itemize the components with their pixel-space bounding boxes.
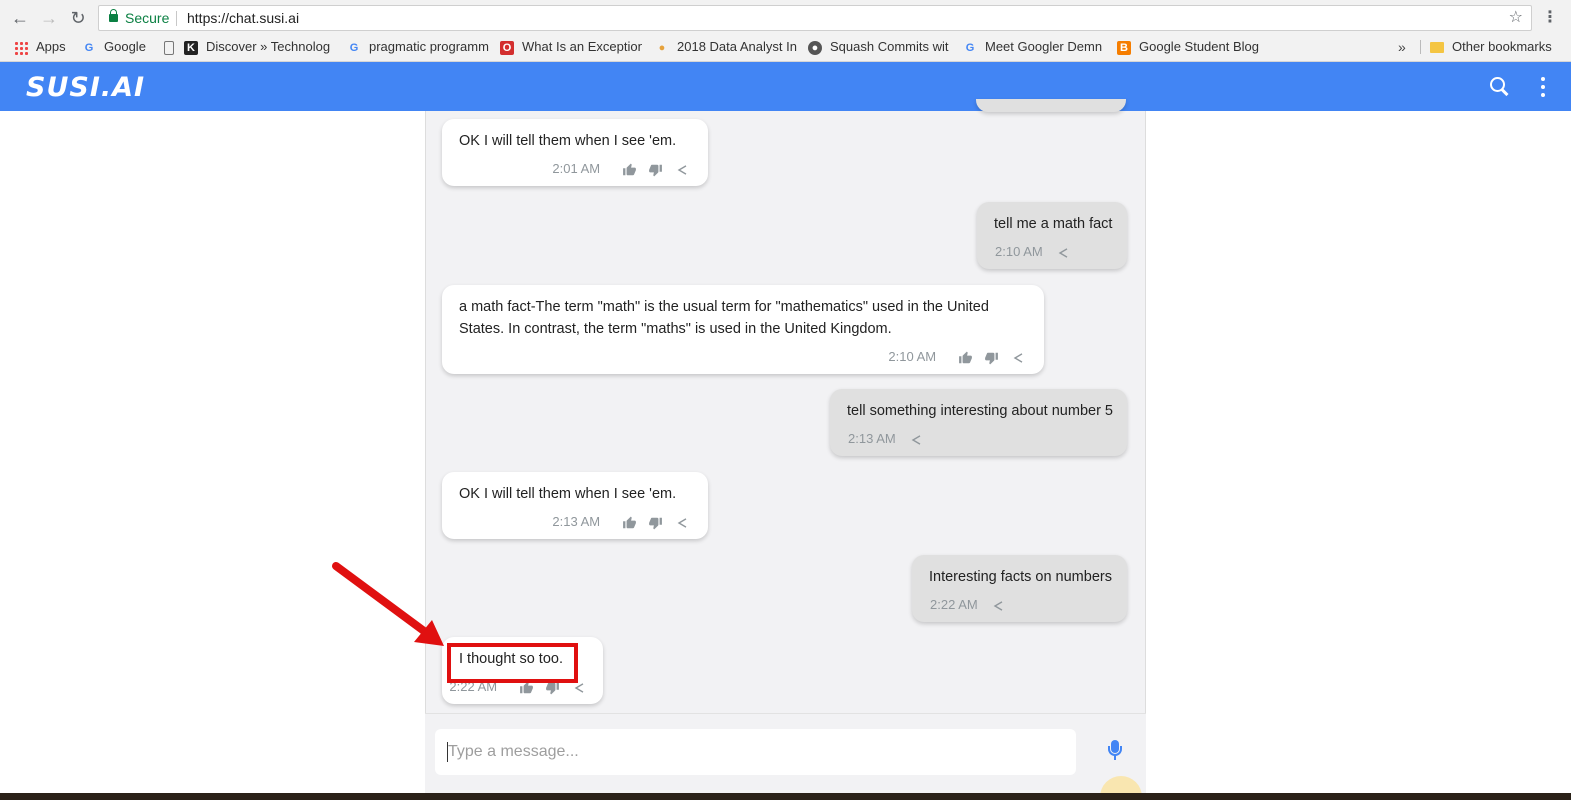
- bookmark-label: pragmatic programm: [369, 39, 489, 54]
- bookmark-label: Google Student Blog: [1139, 39, 1259, 54]
- user-message: tell something interesting about number …: [830, 389, 1127, 456]
- google-g-icon: G: [965, 41, 975, 54]
- thumbs-down-icon[interactable]: [648, 163, 663, 177]
- message-text: OK I will tell them when I see 'em.: [459, 486, 677, 502]
- bookmark-star-icon[interactable]: ☆: [1509, 6, 1523, 30]
- share-icon[interactable]: [675, 163, 690, 177]
- thumbs-up-icon[interactable]: [622, 163, 637, 177]
- susi-logo[interactable]: SUSI.AI: [26, 72, 145, 103]
- annotation-arrow-icon: [332, 562, 444, 646]
- share-icon[interactable]: [991, 599, 1006, 613]
- message-text: tell me a math fact: [994, 216, 1113, 232]
- message-text: Interesting facts on numbers: [929, 569, 1112, 585]
- blogger-icon: B: [1117, 40, 1131, 55]
- user-message: tell me a math fact 2:10 AM: [977, 202, 1127, 269]
- bookmark-student-blog[interactable]: B Google Student Blog: [1117, 36, 1262, 58]
- message-time: 2:01 AM: [552, 161, 601, 176]
- more-bookmarks-chevron[interactable]: »: [1398, 36, 1406, 58]
- oracle-icon: O: [500, 40, 514, 55]
- github-icon: ●: [808, 40, 822, 55]
- other-bookmarks-label: Other bookmarks: [1452, 39, 1552, 54]
- folder-icon: [1430, 42, 1444, 54]
- page-icon: [164, 40, 174, 55]
- thumbs-down-icon[interactable]: [648, 516, 663, 530]
- message-composer: [425, 713, 1146, 793]
- search-icon[interactable]: [1489, 76, 1509, 96]
- thumbs-down-icon[interactable]: [984, 351, 999, 365]
- share-icon[interactable]: [1056, 246, 1071, 260]
- thumbs-up-icon[interactable]: [622, 516, 637, 530]
- lock-icon: [109, 9, 118, 22]
- message-input[interactable]: [435, 729, 1076, 775]
- message-text-line: States. In contrast, the term "maths" is…: [459, 321, 892, 337]
- bookmark-discover[interactable]: K Discover » Technolog: [164, 36, 334, 58]
- message-meta: 2:13 AM: [552, 513, 690, 531]
- google-g-icon: G: [84, 41, 94, 54]
- message-bubble-cutoff: [976, 99, 1126, 112]
- bookmark-google[interactable]: G Google: [82, 36, 154, 58]
- bookmark-pragmatic[interactable]: Gpragmatic programm: [347, 36, 489, 58]
- bookmark-label: Google: [104, 39, 146, 54]
- bookmark-squash[interactable]: ● Squash Commits wit: [808, 36, 953, 58]
- omnibox-divider: [176, 11, 177, 26]
- bookmark-label: Squash Commits wit: [830, 39, 949, 54]
- share-icon[interactable]: [1011, 351, 1026, 365]
- browser-chrome: ← → ↻ Secure https://chat.susi.ai ☆ ⋮ Ap…: [0, 0, 1571, 62]
- susi-message: OK I will tell them when I see 'em. 2:13…: [442, 472, 708, 539]
- message-meta: 2:10 AM: [995, 243, 1071, 261]
- bookmark-label: Apps: [36, 39, 66, 54]
- address-bar[interactable]: Secure https://chat.susi.ai ☆: [98, 5, 1532, 31]
- message-time: 2:10 AM: [995, 244, 1043, 259]
- message-time: 2:22 AM: [930, 597, 978, 612]
- message-text-line: a math fact-The term "math" is the usual…: [459, 299, 989, 315]
- message-time: 2:10 AM: [888, 349, 937, 364]
- more-options-icon[interactable]: [1538, 76, 1548, 98]
- susi-message: a math fact-The term "math" is the usual…: [442, 285, 1044, 374]
- bookmark-label: Meet Googler Demn: [985, 39, 1103, 54]
- secure-label: Secure: [125, 10, 170, 26]
- share-icon[interactable]: [909, 433, 924, 447]
- message-meta: 2:22 AM: [930, 596, 1006, 614]
- bookmarks-bar: Apps G Google K Discover » Technolog Gprag…: [0, 36, 1571, 58]
- text-caret: [447, 742, 448, 762]
- desktop-background-strip: [0, 793, 1571, 800]
- annotation-highlight-box: [447, 643, 578, 683]
- bookmark-data-analyst[interactable]: ● 2018 Data Analyst In: [655, 36, 797, 58]
- share-icon[interactable]: [675, 516, 690, 530]
- message-text: a math fact-The term "math" is the usual…: [459, 296, 989, 340]
- url-text[interactable]: https://chat.susi.ai: [187, 6, 299, 30]
- app-header: SUSI.AI: [0, 62, 1571, 111]
- message-meta: 2:01 AM: [552, 160, 690, 178]
- apps-grid-icon: [14, 40, 28, 55]
- google-g-icon: G: [349, 41, 359, 54]
- bookmark-exception[interactable]: O What Is an Exception: [500, 36, 642, 58]
- bookmark-googler[interactable]: G Meet Googler Demn: [963, 36, 1108, 58]
- message-text: tell something interesting about number …: [847, 403, 1113, 419]
- bookmark-label: What Is an Exception: [522, 39, 642, 54]
- message-meta: 2:10 AM: [888, 348, 1026, 366]
- susi-message: OK I will tell them when I see 'em. 2:01…: [442, 119, 708, 186]
- bookmarks-divider: [1420, 40, 1421, 54]
- bookmark-icon: ●: [658, 41, 666, 54]
- message-meta: 2:13 AM: [848, 430, 924, 448]
- forward-arrow-icon[interactable]: →: [37, 6, 61, 30]
- message-time: 2:13 AM: [552, 514, 601, 529]
- kdnuggets-icon: K: [184, 40, 198, 55]
- message-time: 2:13 AM: [848, 431, 896, 446]
- bookmark-label: 2018 Data Analyst In: [677, 39, 797, 54]
- reload-icon[interactable]: ↻: [66, 6, 90, 30]
- thumbs-up-icon[interactable]: [958, 351, 973, 365]
- bookmark-label: Discover » Technolog: [206, 39, 331, 54]
- microphone-icon[interactable]: [1108, 740, 1122, 764]
- user-message: Interesting facts on numbers 2:22 AM: [912, 555, 1127, 622]
- message-text: OK I will tell them when I see 'em.: [459, 133, 677, 149]
- browser-menu-icon[interactable]: ⋮: [1542, 6, 1558, 30]
- other-bookmarks[interactable]: Other bookmarks: [1430, 36, 1570, 58]
- bookmark-apps[interactable]: Apps: [14, 36, 74, 58]
- back-arrow-icon[interactable]: ←: [8, 6, 32, 30]
